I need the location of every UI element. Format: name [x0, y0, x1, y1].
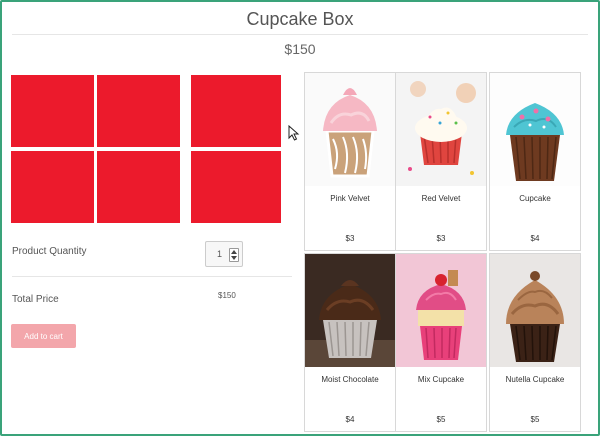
blue-frosting-cupcake-image [490, 73, 580, 186]
product-price: $3 [345, 234, 355, 243]
total-price-label: Total Price [12, 294, 59, 305]
box-price: $150 [284, 41, 316, 57]
red-velvet-cupcake-image [396, 73, 486, 186]
box-slot[interactable] [191, 75, 281, 147]
product-card-moist-chocolate[interactable]: Moist Chocolate $4 [304, 253, 396, 432]
section-divider [12, 276, 292, 277]
product-card-pink-velvet[interactable]: Pink Velvet $3 [304, 72, 396, 251]
quantity-value[interactable]: 1 [217, 249, 222, 259]
product-card-red-velvet[interactable]: Red Velvet $3 [395, 72, 487, 251]
total-price-value: $150 [218, 291, 236, 300]
product-price: $5 [530, 415, 540, 424]
product-card-mix-cupcake[interactable]: Mix Cupcake $5 [395, 253, 487, 432]
quantity-stepper[interactable]: 1 [205, 241, 243, 267]
product-name: Cupcake [519, 194, 551, 203]
product-name: Moist Chocolate [321, 375, 379, 384]
product-name: Red Velvet [421, 194, 461, 203]
mouse-cursor-icon [288, 125, 300, 141]
mix-cupcake-image [396, 254, 486, 367]
box-slot[interactable] [11, 151, 94, 223]
box-slot[interactable] [97, 75, 180, 147]
product-name: Pink Velvet [330, 194, 370, 203]
product-name: Nutella Cupcake [505, 375, 565, 384]
product-price: $3 [436, 234, 446, 243]
product-card-nutella-cupcake[interactable]: Nutella Cupcake $5 [489, 253, 581, 432]
product-price: $4 [345, 415, 355, 424]
box-slots-grid [11, 75, 281, 224]
stepper-icon[interactable] [229, 248, 239, 262]
product-name: Mix Cupcake [417, 375, 465, 384]
page-title: Cupcake Box [246, 9, 354, 29]
box-slot[interactable] [191, 151, 281, 223]
chocolate-cupcake-image [305, 254, 395, 367]
box-slot[interactable] [11, 75, 94, 147]
product-price: $5 [436, 415, 446, 424]
pink-velvet-cupcake-image [305, 73, 395, 186]
product-card-cupcake[interactable]: Cupcake $4 [489, 72, 581, 251]
stepper-down-icon[interactable] [231, 256, 237, 260]
quantity-label: Product Quantity [12, 246, 87, 257]
header-divider [12, 34, 588, 35]
box-slot[interactable] [97, 151, 180, 223]
nutella-cupcake-image [490, 254, 580, 367]
add-to-cart-button[interactable]: Add to cart [11, 324, 76, 348]
product-price: $4 [530, 234, 540, 243]
stepper-up-icon[interactable] [231, 250, 237, 254]
